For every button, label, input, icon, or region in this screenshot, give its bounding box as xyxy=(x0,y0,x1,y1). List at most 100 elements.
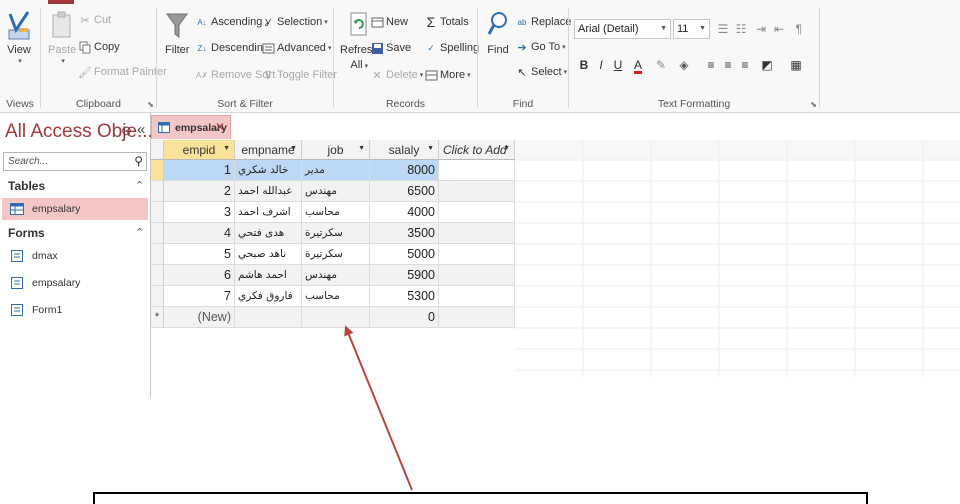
descending-button[interactable]: Z↓ Descending xyxy=(195,38,270,58)
nav-section-tables[interactable]: Tables ⌃ xyxy=(8,179,144,193)
column-header-empname[interactable]: empname ▼ xyxy=(235,140,302,160)
table-cell-click-to-add[interactable] xyxy=(439,160,515,181)
table-cell-salaly[interactable]: 8000 xyxy=(370,160,439,181)
table-cell-empid[interactable]: 3 xyxy=(164,202,235,223)
increase-indent-icon[interactable]: ⇥ xyxy=(752,20,770,38)
row-selector[interactable] xyxy=(151,223,164,244)
table-cell-salaly[interactable]: 5300 xyxy=(370,286,439,307)
font-size-select[interactable]: 11 ▼ xyxy=(673,19,710,39)
column-header-job[interactable]: job ▼ xyxy=(302,140,370,160)
table-cell-empid[interactable]: 6 xyxy=(164,265,235,286)
new-row-cell-click-to-add[interactable] xyxy=(439,307,515,328)
view-button[interactable]: View ▾ xyxy=(6,10,32,65)
nav-item-form-dmax[interactable]: dmax xyxy=(2,245,148,267)
table-cell-job[interactable]: سكرتيرة xyxy=(302,223,370,244)
column-header-salaly[interactable]: salaly ▼ xyxy=(370,140,439,160)
table-cell-empid[interactable]: 2 xyxy=(164,181,235,202)
row-selector[interactable] xyxy=(151,202,164,223)
format-painter-button[interactable]: 🖌 Format Painter xyxy=(78,62,167,82)
table-cell-empname[interactable]: هدى فتحي xyxy=(235,223,302,244)
alternate-row-color-icon[interactable]: ◩ xyxy=(758,56,776,74)
table-cell-empid[interactable]: 5 xyxy=(164,244,235,265)
find-button[interactable]: Find xyxy=(486,10,510,57)
table-cell-salaly[interactable]: 3500 xyxy=(370,223,439,244)
table-cell-job[interactable]: سكرتيرة xyxy=(302,244,370,265)
new-row-cell-empname[interactable] xyxy=(235,307,302,328)
table-cell-click-to-add[interactable] xyxy=(439,244,515,265)
column-header-empid[interactable]: empid ▼ xyxy=(164,140,235,160)
table-cell-empid[interactable]: 7 xyxy=(164,286,235,307)
totals-button[interactable]: Σ Totals xyxy=(424,12,469,32)
collapse-pane-icon[interactable]: « xyxy=(137,121,145,138)
copy-button[interactable]: Copy xyxy=(78,37,120,57)
table-cell-job[interactable]: مهندس xyxy=(302,181,370,202)
table-cell-salaly[interactable]: 5000 xyxy=(370,244,439,265)
new-row-cell-empid[interactable]: (New) xyxy=(164,307,235,328)
table-cell-empname[interactable]: فاروق فكري xyxy=(235,286,302,307)
align-center-icon[interactable]: ≡ xyxy=(719,56,737,74)
cut-button[interactable]: ✂ Cut xyxy=(78,10,111,30)
row-selector[interactable] xyxy=(151,286,164,307)
select-all-corner[interactable] xyxy=(151,140,164,160)
table-cell-salaly[interactable]: 5900 xyxy=(370,265,439,286)
chevron-down-icon[interactable]: ▼ xyxy=(223,145,230,152)
new-record-button[interactable]: New xyxy=(370,12,408,32)
decrease-indent-icon[interactable]: ⇤ xyxy=(770,20,788,38)
table-cell-click-to-add[interactable] xyxy=(439,265,515,286)
nav-item-form-form1[interactable]: Form1 xyxy=(2,299,148,321)
table-cell-salaly[interactable]: 4000 xyxy=(370,202,439,223)
chevron-down-icon[interactable]: ▼ xyxy=(503,145,510,152)
dialog-launcher-icon[interactable]: ⬊ xyxy=(810,100,817,109)
nav-item-table-empsalary[interactable]: empsalary xyxy=(2,198,148,220)
table-cell-empname[interactable]: ناهد صبحي xyxy=(235,244,302,265)
table-cell-job[interactable]: محاسب xyxy=(302,286,370,307)
row-selector[interactable] xyxy=(151,265,164,286)
new-row-selector[interactable]: * xyxy=(151,307,164,328)
table-cell-job[interactable]: مدير xyxy=(302,160,370,181)
align-right-icon[interactable]: ≡ xyxy=(736,56,754,74)
nav-search-input[interactable]: Search... ⚲ xyxy=(3,152,147,171)
collapse-section-icon[interactable]: ⌃ xyxy=(135,226,144,239)
save-button[interactable]: Save xyxy=(370,38,411,58)
underline-button[interactable]: U xyxy=(609,56,627,74)
font-color-button[interactable]: A xyxy=(629,56,647,74)
spelling-button[interactable]: ✓ Spelling xyxy=(424,38,479,58)
toggle-filter-button[interactable]: ⊽ Toggle Filter xyxy=(261,65,337,85)
bullets-icon[interactable]: ☰ xyxy=(714,20,732,38)
collapse-section-icon[interactable]: ⌃ xyxy=(135,179,144,192)
close-icon[interactable]: ✕ xyxy=(215,120,225,134)
advanced-button[interactable]: Advanced ▾ xyxy=(261,38,331,58)
row-selector[interactable] xyxy=(151,181,164,202)
table-cell-click-to-add[interactable] xyxy=(439,223,515,244)
nav-section-forms[interactable]: Forms ⌃ xyxy=(8,226,144,240)
table-cell-empname[interactable]: عبدالله احمد xyxy=(235,181,302,202)
new-row-cell-job[interactable] xyxy=(302,307,370,328)
dialog-launcher-icon[interactable]: ⬊ xyxy=(147,100,154,109)
ascending-button[interactable]: A↓ Ascending xyxy=(195,12,262,32)
gridlines-icon[interactable]: ▦ xyxy=(787,56,805,74)
nav-item-form-empsalary[interactable]: empsalary xyxy=(2,272,148,294)
row-selector[interactable] xyxy=(151,160,164,181)
more-button[interactable]: More ▾ xyxy=(424,65,471,85)
align-left-icon[interactable]: ≡ xyxy=(702,56,720,74)
bold-button[interactable]: B xyxy=(575,56,593,74)
chevron-down-icon[interactable]: ▼ xyxy=(427,145,434,152)
table-cell-job[interactable]: مهندس xyxy=(302,265,370,286)
table-cell-click-to-add[interactable] xyxy=(439,181,515,202)
selection-button[interactable]: Ỿ Selection ▾ xyxy=(261,12,328,32)
nav-menu-icon[interactable]: ⊙ xyxy=(121,123,132,139)
document-tab-empsalary[interactable]: empsalary ✕ xyxy=(151,115,231,139)
select-button[interactable]: ↖ Select ▾ xyxy=(515,62,567,82)
table-cell-click-to-add[interactable] xyxy=(439,202,515,223)
row-selector[interactable] xyxy=(151,244,164,265)
new-row-cell-salaly[interactable]: 0 xyxy=(370,307,439,328)
filter-button[interactable]: Filter xyxy=(165,10,189,57)
table-cell-salaly[interactable]: 6500 xyxy=(370,181,439,202)
table-cell-empname[interactable]: احمد هاشم xyxy=(235,265,302,286)
paste-button[interactable]: Paste ▾ xyxy=(48,10,76,65)
table-cell-empid[interactable]: 1 xyxy=(164,160,235,181)
table-cell-job[interactable]: محاسب xyxy=(302,202,370,223)
table-cell-empid[interactable]: 4 xyxy=(164,223,235,244)
table-cell-click-to-add[interactable] xyxy=(439,286,515,307)
font-name-select[interactable]: Arial (Detail) ▼ xyxy=(574,19,671,39)
